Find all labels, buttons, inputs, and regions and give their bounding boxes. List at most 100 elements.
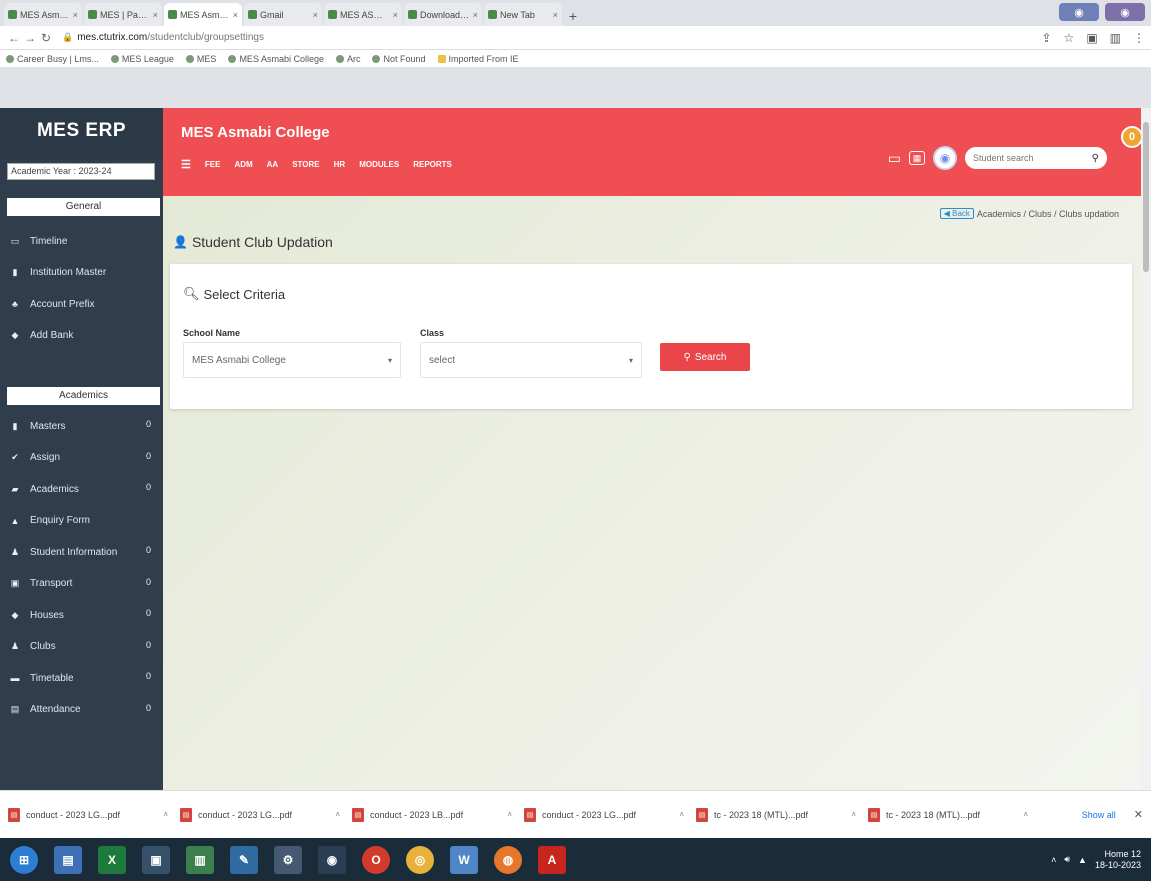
word-icon[interactable]: W xyxy=(450,845,478,874)
paint-icon[interactable]: ✎ xyxy=(230,845,258,874)
page-scrollbar[interactable] xyxy=(1141,108,1151,790)
download-item[interactable]: ▤ tc - 2023 18 (MTL)...pdf ˄ xyxy=(696,807,856,822)
share-icon[interactable]: ⇪ xyxy=(1041,31,1051,45)
sidebar-item[interactable]: ♟ Student Information 0 xyxy=(0,542,163,562)
academic-year-select[interactable]: Academic Year : 2023-24 xyxy=(7,163,155,180)
chevron-up-icon[interactable]: ˄ xyxy=(335,810,340,819)
browser-tab[interactable]: MES Asmabi College× xyxy=(164,3,242,26)
close-icon[interactable]: × xyxy=(233,10,238,20)
calculator-icon[interactable]: ▦ xyxy=(909,151,925,165)
close-icon[interactable]: × xyxy=(153,10,158,20)
bookmark-item[interactable]: MES xyxy=(185,54,216,64)
file-explorer-icon[interactable]: ▤ xyxy=(54,845,82,874)
class-select[interactable]: select ▾ xyxy=(420,342,642,378)
sidebar-item[interactable]: ▣ Transport 0 xyxy=(0,574,163,594)
student-search-input[interactable] xyxy=(973,153,1092,163)
chevron-up-icon[interactable]: ˄ xyxy=(679,810,684,819)
chevron-up-icon[interactable]: ˄ xyxy=(1023,810,1028,819)
bookmark-item[interactable]: Not Found xyxy=(372,54,426,64)
menu-dots-icon[interactable]: ⋮ xyxy=(1133,31,1145,45)
network-icon[interactable]: ▲ xyxy=(1078,855,1087,865)
sidebar-item[interactable]: ▭ Timeline xyxy=(0,231,163,251)
sidebar-item[interactable]: ▤ Attendance 0 xyxy=(0,700,163,720)
browser-tab[interactable]: New Tab × xyxy=(484,3,562,26)
top-menu-item[interactable]: HR xyxy=(334,160,346,169)
bookmark-item[interactable]: MES Asmabi College xyxy=(228,54,324,64)
chevron-up-icon[interactable]: ˄ xyxy=(1051,855,1056,865)
download-item[interactable]: ▤ tc - 2023 18 (MTL)...pdf ˄ xyxy=(868,807,1028,822)
browser-tab[interactable]: Download file | iLovePDF× xyxy=(404,3,482,26)
profile-button-2[interactable]: ◉ xyxy=(1105,3,1145,21)
notes-icon[interactable]: ▥ xyxy=(186,845,214,874)
chevron-up-icon[interactable]: ˄ xyxy=(507,810,512,819)
sidebar-item[interactable]: ✔ Assign 0 xyxy=(0,448,163,468)
back-button[interactable]: ◀ Back xyxy=(939,208,974,219)
sidebar-item[interactable]: ♟ Clubs 0 xyxy=(0,637,163,657)
notification-badge[interactable]: 0 xyxy=(1121,126,1143,148)
close-icon[interactable]: × xyxy=(473,10,478,20)
search-icon[interactable]: ⚲ xyxy=(1092,153,1099,164)
top-menu-item[interactable]: STORE xyxy=(292,160,319,169)
settings-icon[interactable]: ⚙ xyxy=(274,845,302,874)
opera-icon[interactable]: O xyxy=(362,845,390,874)
url-field[interactable]: 🔒 mes.ctutrix.com /studentclub/groupsett… xyxy=(62,32,264,43)
search-button[interactable]: ⚲ Search xyxy=(660,343,750,371)
browser-tab[interactable]: Gmail × xyxy=(244,3,322,26)
top-menu-item[interactable]: MODULES xyxy=(359,160,399,169)
monitor-icon[interactable]: ▭ xyxy=(888,150,901,167)
download-item[interactable]: ▤ conduct - 2023 LG...pdf ˄ xyxy=(8,807,168,822)
media-icon[interactable]: ◉ xyxy=(318,845,346,874)
start-icon[interactable]: ⊞ xyxy=(10,845,38,874)
extensions-icon[interactable]: ▣ xyxy=(1086,31,1097,45)
chevron-up-icon[interactable]: ˄ xyxy=(851,810,856,819)
profile-button[interactable]: ◉ xyxy=(1059,3,1099,21)
acrobat-icon[interactable]: A xyxy=(538,845,566,874)
sidebar-item[interactable]: ♣ Account Prefix xyxy=(0,294,163,314)
show-all-downloads-link[interactable]: Show all xyxy=(1082,810,1116,820)
chevron-up-icon[interactable]: ˄ xyxy=(163,810,168,819)
reload-icon[interactable]: ↻ xyxy=(38,31,54,45)
sidebar-item[interactable]: ▰ Academics 0 xyxy=(0,479,163,499)
firefox-icon[interactable]: ◍ xyxy=(494,845,522,874)
new-tab-button[interactable]: + xyxy=(564,6,582,26)
menu-list-icon[interactable]: ☰ xyxy=(181,158,191,171)
school-name-select[interactable]: MES Asmabi College ▾ xyxy=(183,342,401,378)
download-item[interactable]: ▤ conduct - 2023 LG...pdf ˄ xyxy=(524,807,684,822)
top-menu-item[interactable]: ADM xyxy=(234,160,252,169)
bookmark-item[interactable]: Career Busy | Lms... xyxy=(6,54,99,64)
browser-tab[interactable]: MES ASMABI admin× xyxy=(324,3,402,26)
app-icon[interactable]: ▣ xyxy=(142,845,170,874)
back-arrow-icon[interactable]: ← xyxy=(6,31,22,45)
browser-tab[interactable]: MES Asmabi College× xyxy=(4,3,82,26)
close-icon[interactable]: × xyxy=(313,10,318,20)
sidebar-item[interactable]: ◆ Houses 0 xyxy=(0,605,163,625)
close-icon[interactable]: × xyxy=(553,10,558,20)
user-avatar[interactable]: ◉ xyxy=(933,146,957,170)
browser-tab[interactable]: MES | Pan index× xyxy=(84,3,162,26)
close-icon[interactable]: × xyxy=(73,10,78,20)
volume-icon[interactable]: 🔊︎ xyxy=(1064,854,1070,865)
top-menu-item[interactable]: AA xyxy=(267,160,279,169)
brand-logo[interactable]: MES ERP xyxy=(0,108,163,142)
sidepanel-icon[interactable]: ▥ xyxy=(1110,31,1121,45)
top-menu-item[interactable]: REPORTS xyxy=(413,160,452,169)
close-icon[interactable]: ✕ xyxy=(1134,808,1143,821)
excel-icon[interactable]: X xyxy=(98,845,126,874)
sidebar-item[interactable]: ▮ Masters 0 xyxy=(0,416,163,436)
clock[interactable]: Home 12 18-10-2023 xyxy=(1095,849,1141,871)
download-item[interactable]: ▤ conduct - 2023 LG...pdf ˄ xyxy=(180,807,340,822)
sidebar-item[interactable]: ▮ Institution Master xyxy=(0,263,163,283)
star-icon[interactable]: ☆ xyxy=(1064,31,1075,45)
bookmark-item[interactable]: Imported From IE xyxy=(437,54,519,64)
sidebar-item[interactable]: ▬ Timetable 0 xyxy=(0,668,163,688)
forward-arrow-icon[interactable]: → xyxy=(22,31,38,45)
sidebar-item[interactable]: ▲ Enquiry Form xyxy=(0,511,163,531)
breadcrumb-trail[interactable]: Academics / Clubs / Clubs updation xyxy=(977,209,1119,219)
bookmark-item[interactable]: MES League xyxy=(110,54,174,64)
scrollbar-thumb[interactable] xyxy=(1143,122,1149,272)
sidebar-item[interactable]: ◆ Add Bank xyxy=(0,326,163,346)
close-icon[interactable]: × xyxy=(393,10,398,20)
bookmark-item[interactable]: Arc xyxy=(335,54,360,64)
chrome-icon[interactable]: ◎ xyxy=(406,845,434,874)
top-menu-item[interactable]: FEE xyxy=(205,160,221,169)
